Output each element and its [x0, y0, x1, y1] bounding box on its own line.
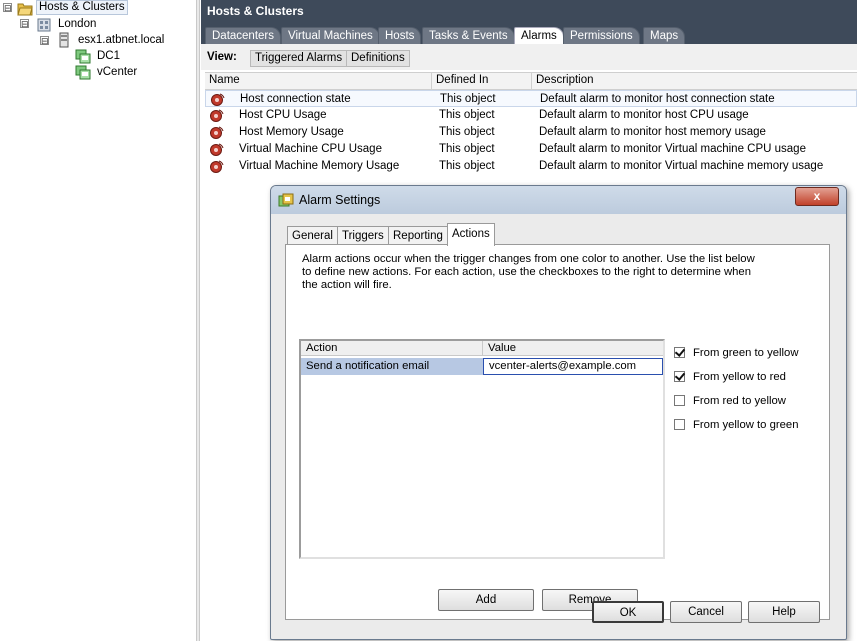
virtual-machine-icon	[75, 64, 91, 80]
row-name: Host Memory Usage	[239, 126, 344, 138]
tab-reporting[interactable]: Reporting	[388, 226, 448, 245]
tab-permissions[interactable]: Permissions	[563, 27, 640, 44]
tab-virtual-machines[interactable]: Virtual Machines	[281, 27, 380, 44]
tree-item-label: vCenter	[97, 66, 138, 78]
table-row[interactable]: Host Memory Usage This object Default al…	[205, 124, 857, 141]
table-row[interactable]: Host connection state This object Defaul…	[205, 90, 857, 107]
transition-red-to-yellow[interactable]: From red to yellow	[674, 393, 786, 409]
tab-maps[interactable]: Maps	[643, 27, 686, 44]
collapse-icon[interactable]: ⊟	[20, 19, 29, 29]
table-row[interactable]: Host CPU Usage This object Default alarm…	[205, 107, 857, 124]
tab-hosts[interactable]: Hosts	[378, 27, 422, 44]
column-header-action[interactable]: Action	[301, 341, 483, 356]
row-description: Default alarm to monitor host CPU usage	[539, 109, 749, 121]
tree-item-hosts-clusters[interactable]: ⊟ Hosts & Clusters	[0, 0, 196, 16]
row-name: Host connection state	[240, 93, 351, 105]
actions-tab-page: Alarm actions occur when the trigger cha…	[285, 244, 830, 620]
checkbox-label: From red to yellow	[693, 395, 786, 407]
row-name: Host CPU Usage	[239, 109, 327, 121]
table-row[interactable]: Send a notification email vcenter-alerts…	[301, 358, 663, 375]
tab-datacenters[interactable]: Datacenters	[205, 27, 282, 44]
collapse-icon[interactable]: ⊟	[40, 36, 49, 46]
value-input[interactable]: vcenter-alerts@example.com	[483, 358, 663, 375]
triggered-alarms-button[interactable]: Triggered Alarms	[250, 50, 348, 67]
close-button[interactable]: x	[795, 187, 839, 206]
tree-item-esx-host[interactable]: ⊟ esx1.atbnet.local	[0, 32, 196, 48]
row-defined-in: This object	[439, 143, 495, 155]
collapse-icon[interactable]: ⊟	[3, 3, 12, 13]
view-label: View:	[207, 51, 237, 63]
alarm-icon	[209, 159, 224, 174]
panel-header: Hosts & Clusters Datacenters Virtual Mac…	[201, 0, 857, 45]
transition-yellow-to-green[interactable]: From yellow to green	[674, 417, 798, 433]
alarm-icon	[209, 125, 224, 140]
actions-description: Alarm actions occur when the trigger cha…	[302, 253, 755, 291]
row-defined-in: This object	[439, 109, 495, 121]
checkbox-unchecked[interactable]	[674, 395, 685, 406]
dialog-body: General Triggers Reporting Actions Alarm…	[281, 214, 836, 634]
dialog-title: Alarm Settings	[299, 193, 381, 207]
tree-item-label: DC1	[97, 50, 121, 62]
row-description: Default alarm to monitor Virtual machine…	[539, 143, 806, 155]
view-bar: View: Triggered Alarms Definitions	[201, 44, 857, 70]
cancel-button[interactable]: Cancel	[670, 601, 742, 623]
checkbox-checked[interactable]	[674, 371, 685, 382]
row-defined-in: This object	[439, 126, 495, 138]
column-header-name[interactable]: Name	[205, 73, 432, 89]
ok-button[interactable]: OK	[592, 601, 664, 623]
row-name: Virtual Machine Memory Usage	[239, 160, 400, 172]
inventory-tree: ⊟ Hosts & Clusters ⊟ London ⊟ esx1.atbne…	[0, 0, 196, 641]
action-cell[interactable]: Send a notification email	[301, 358, 483, 375]
definitions-button[interactable]: Definitions	[346, 50, 410, 67]
tree-item-london[interactable]: ⊟ London	[0, 16, 196, 32]
tab-tasks-events[interactable]: Tasks & Events	[422, 27, 515, 44]
tree-item-vcenter[interactable]: vCenter	[0, 64, 196, 80]
column-header-defined-in[interactable]: Defined In	[432, 73, 532, 89]
checkbox-unchecked[interactable]	[674, 419, 685, 430]
alarm-icon	[209, 142, 224, 157]
actions-grid: Action Value Send a notification email v…	[299, 339, 665, 559]
table-header: Name Defined In Description	[205, 72, 857, 90]
alarm-settings-icon	[278, 193, 294, 209]
column-header-value[interactable]: Value	[483, 341, 663, 356]
transition-green-to-yellow[interactable]: From green to yellow	[674, 345, 798, 361]
pane-splitter[interactable]	[196, 0, 200, 641]
row-description: Default alarm to monitor Virtual machine…	[539, 160, 824, 172]
add-button[interactable]: Add	[438, 589, 534, 611]
table-row[interactable]: Virtual Machine Memory Usage This object…	[205, 158, 857, 175]
tab-actions[interactable]: Actions	[447, 223, 495, 246]
tab-alarms[interactable]: Alarms	[514, 27, 564, 45]
row-description: Default alarm to monitor host connection…	[540, 93, 775, 105]
tree-item-label: esx1.atbnet.local	[78, 34, 165, 46]
checkbox-label: From yellow to red	[693, 371, 786, 383]
virtual-machine-icon	[75, 48, 91, 64]
tree-item-dc1[interactable]: DC1	[0, 48, 196, 64]
row-name: Virtual Machine CPU Usage	[239, 143, 382, 155]
dialog-titlebar[interactable]: Alarm Settings x	[271, 186, 846, 214]
datacenter-icon	[36, 16, 52, 32]
help-button[interactable]: Help	[748, 601, 820, 623]
alarm-icon	[209, 108, 224, 123]
tab-general[interactable]: General	[287, 226, 338, 245]
tree-item-label: Hosts & Clusters	[36, 0, 128, 15]
row-defined-in: This object	[439, 160, 495, 172]
tree-item-label: London	[58, 18, 97, 30]
transition-yellow-to-red[interactable]: From yellow to red	[674, 369, 786, 385]
checkbox-checked[interactable]	[674, 347, 685, 358]
checkbox-label: From yellow to green	[693, 419, 799, 431]
alarm-settings-dialog: Alarm Settings x General Triggers Report…	[270, 185, 847, 640]
checkbox-label: From green to yellow	[693, 347, 799, 359]
table-row[interactable]: Virtual Machine CPU Usage This object De…	[205, 141, 857, 158]
column-header-description[interactable]: Description	[532, 73, 857, 89]
alarm-icon	[210, 92, 225, 107]
tab-triggers[interactable]: Triggers	[337, 226, 389, 245]
folder-icon	[17, 0, 33, 16]
host-server-icon	[56, 32, 72, 48]
page-title: Hosts & Clusters	[207, 4, 304, 18]
close-icon: x	[813, 189, 821, 203]
row-defined-in: This object	[440, 93, 496, 105]
row-description: Default alarm to monitor host memory usa…	[539, 126, 766, 138]
